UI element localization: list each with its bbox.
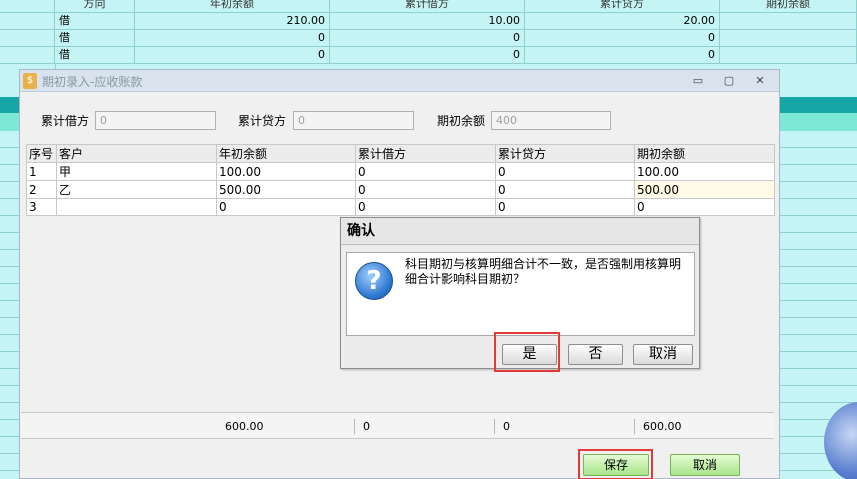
bg-row[interactable]: 借 0 0 0 [0,30,857,47]
money-bag-icon: $ [23,73,37,89]
debit-label: 累计借方 [41,114,90,128]
col-credit[interactable]: 累计贷方 [495,144,635,163]
table-row[interactable]: 3 0 0 0 0 [26,198,775,216]
cancel-confirm-button[interactable]: 取消 [633,344,693,365]
selected-cell[interactable]: 500.00 [634,180,775,199]
bg-header-row: 方向 年初余额 累计借方 累计贷方 期初余额 [0,0,857,13]
customer-table: 序号 客户 年初余额 累计借方 累计贷方 期初余额 1 甲 100.00 0 0… [26,144,775,216]
credit-label: 累计贷方 [238,114,287,128]
bg-col-year-start: 年初余额 [135,0,330,13]
minimize-icon[interactable]: ▭ [686,72,710,90]
total-debit: 0 [363,420,370,433]
confirm-body: ? 科目期初与核算明细合计不一致，是否强制用核算明细合计影响科目期初？ [346,252,695,336]
no-button[interactable]: 否 [568,344,623,365]
cancel-button[interactable]: 取消 [670,454,740,476]
confirm-title[interactable]: 确认 [341,218,699,245]
question-icon: ? [355,262,393,300]
total-opening: 600.00 [643,420,682,433]
totals-bar: 600.00 0 0 600.00 [21,412,774,439]
restore-icon[interactable]: ▢ [717,72,741,90]
col-customer[interactable]: 客户 [56,144,217,163]
col-opening[interactable]: 期初余额 [634,144,775,163]
table-row[interactable]: 2 乙 500.00 0 0 500.00 [26,180,775,199]
total-year-start: 600.00 [225,420,264,433]
bg-col-credit: 累计贷方 [525,0,720,13]
table-row[interactable]: 1 甲 100.00 0 0 100.00 [26,162,775,181]
dialog-title: 期初录入-应收账款 [42,75,143,89]
yes-highlight-box [494,332,560,372]
total-credit: 0 [503,420,510,433]
bg-row[interactable]: 借 210.00 10.00 20.00 [0,13,857,30]
col-debit[interactable]: 累计借方 [355,144,496,163]
bg-col-opening: 期初余额 [720,0,857,13]
opening-field[interactable]: 400 [491,111,611,130]
credit-field[interactable]: 0 [293,111,414,130]
save-highlight-box [578,449,653,479]
dialog-titlebar[interactable]: $ 期初录入-应收账款 ▭ ▢ ✕ [20,70,779,92]
bg-col-debit: 累计借方 [330,0,525,13]
table-header-row: 序号 客户 年初余额 累计借方 累计贷方 期初余额 [26,144,775,163]
close-icon[interactable]: ✕ [748,72,772,90]
debit-field[interactable]: 0 [95,111,216,130]
opening-label: 期初余额 [437,114,486,128]
col-year-start[interactable]: 年初余额 [216,144,356,163]
col-seq[interactable]: 序号 [26,144,57,163]
bg-col-direction: 方向 [55,0,135,13]
confirm-message: 科目期初与核算明细合计不一致，是否强制用核算明细合计影响科目期初？ [405,257,682,286]
confirm-dialog: 确认 ? 科目期初与核算明细合计不一致，是否强制用核算明细合计影响科目期初？ 是… [340,217,700,372]
bg-row[interactable]: 借 0 0 0 [0,47,857,64]
